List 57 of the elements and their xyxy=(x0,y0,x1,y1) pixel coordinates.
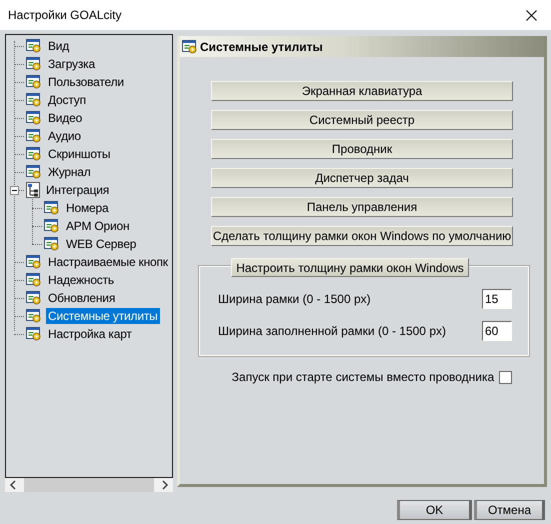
horizontal-scrollbar[interactable] xyxy=(5,478,173,492)
close-icon[interactable] xyxy=(526,10,537,20)
tree-item[interactable]: Интеграция xyxy=(44,182,112,198)
input-field[interactable]: 15 xyxy=(482,289,512,309)
window-gear-icon xyxy=(26,93,42,107)
tree-item[interactable]: АРМ Орион xyxy=(64,218,132,234)
scroll-left-icon[interactable] xyxy=(9,480,17,490)
utility-button[interactable]: Диспетчер задач xyxy=(211,168,513,188)
tree-item[interactable]: Видео xyxy=(46,110,84,126)
tree-item[interactable]: Доступ xyxy=(46,92,88,108)
utility-button[interactable]: Сделать толщину рамки окон Windows по умолчанию xyxy=(211,226,513,246)
tree-item[interactable]: Надежность xyxy=(46,272,116,288)
tree-item[interactable]: Аудио xyxy=(46,128,83,144)
window-gear-icon xyxy=(26,147,42,161)
window-gear-icon xyxy=(26,309,42,323)
collapse-icon[interactable] xyxy=(10,186,19,195)
window-gear-icon xyxy=(26,327,42,341)
window-gear-icon xyxy=(26,129,42,143)
window-title: Настройки GOALcity xyxy=(8,8,122,22)
input-field[interactable]: 60 xyxy=(482,321,512,341)
tree-item[interactable]: Загрузка xyxy=(46,56,97,72)
window-gear-icon xyxy=(26,111,42,125)
dialog-button[interactable]: Отмена xyxy=(474,500,545,520)
checkbox[interactable] xyxy=(499,370,512,384)
window-gear-icon xyxy=(26,39,42,53)
window-gear-icon xyxy=(26,273,42,287)
window-gear-icon xyxy=(44,201,60,215)
window-gear-icon xyxy=(26,57,42,71)
window-gear-icon xyxy=(44,219,60,233)
tree-item[interactable]: Пользователи xyxy=(46,74,126,90)
utility-button[interactable]: Панель управления xyxy=(211,197,513,217)
window-gear-icon xyxy=(26,75,42,89)
window-gear-icon xyxy=(26,255,42,269)
tree-item[interactable]: Обновления xyxy=(46,290,118,306)
window-gear-icon xyxy=(44,237,60,251)
dialog-button[interactable]: OK xyxy=(397,500,472,520)
tree-item[interactable]: Вид xyxy=(46,38,72,54)
hierarchy-icon xyxy=(26,182,40,198)
utility-button[interactable]: Экранная клавиатура xyxy=(211,81,513,101)
tree-item[interactable]: Системные утилиты xyxy=(46,308,160,324)
tree-item[interactable]: WEB Сервер xyxy=(64,236,138,252)
window-gear-icon xyxy=(26,165,42,179)
utility-button[interactable]: Проводник xyxy=(211,139,513,159)
checkbox-label: Запуск при старте системы вместо проводника xyxy=(232,370,494,384)
scroll-right-icon[interactable] xyxy=(161,480,169,490)
utility-button[interactable]: Системный реестр xyxy=(211,110,513,130)
tree-item[interactable]: Журнал xyxy=(46,164,93,180)
panel-title: Системные утилиты xyxy=(200,40,323,54)
window-gear-icon xyxy=(182,40,198,54)
tree-item[interactable]: Скриншоты xyxy=(46,146,112,162)
tree-item[interactable]: Настраиваемые кнопк xyxy=(46,254,170,270)
tree-item[interactable]: Настройка карт xyxy=(46,326,134,342)
window-gear-icon xyxy=(26,291,42,305)
field-label: Ширина рамки (0 - 1500 px) xyxy=(218,292,371,306)
group-header-button[interactable]: Настроить толщину рамки окон Windows xyxy=(231,258,469,277)
field-label: Ширина заполненной рамки (0 - 1500 px) xyxy=(218,324,446,338)
tree-item[interactable]: Номера xyxy=(64,200,110,216)
